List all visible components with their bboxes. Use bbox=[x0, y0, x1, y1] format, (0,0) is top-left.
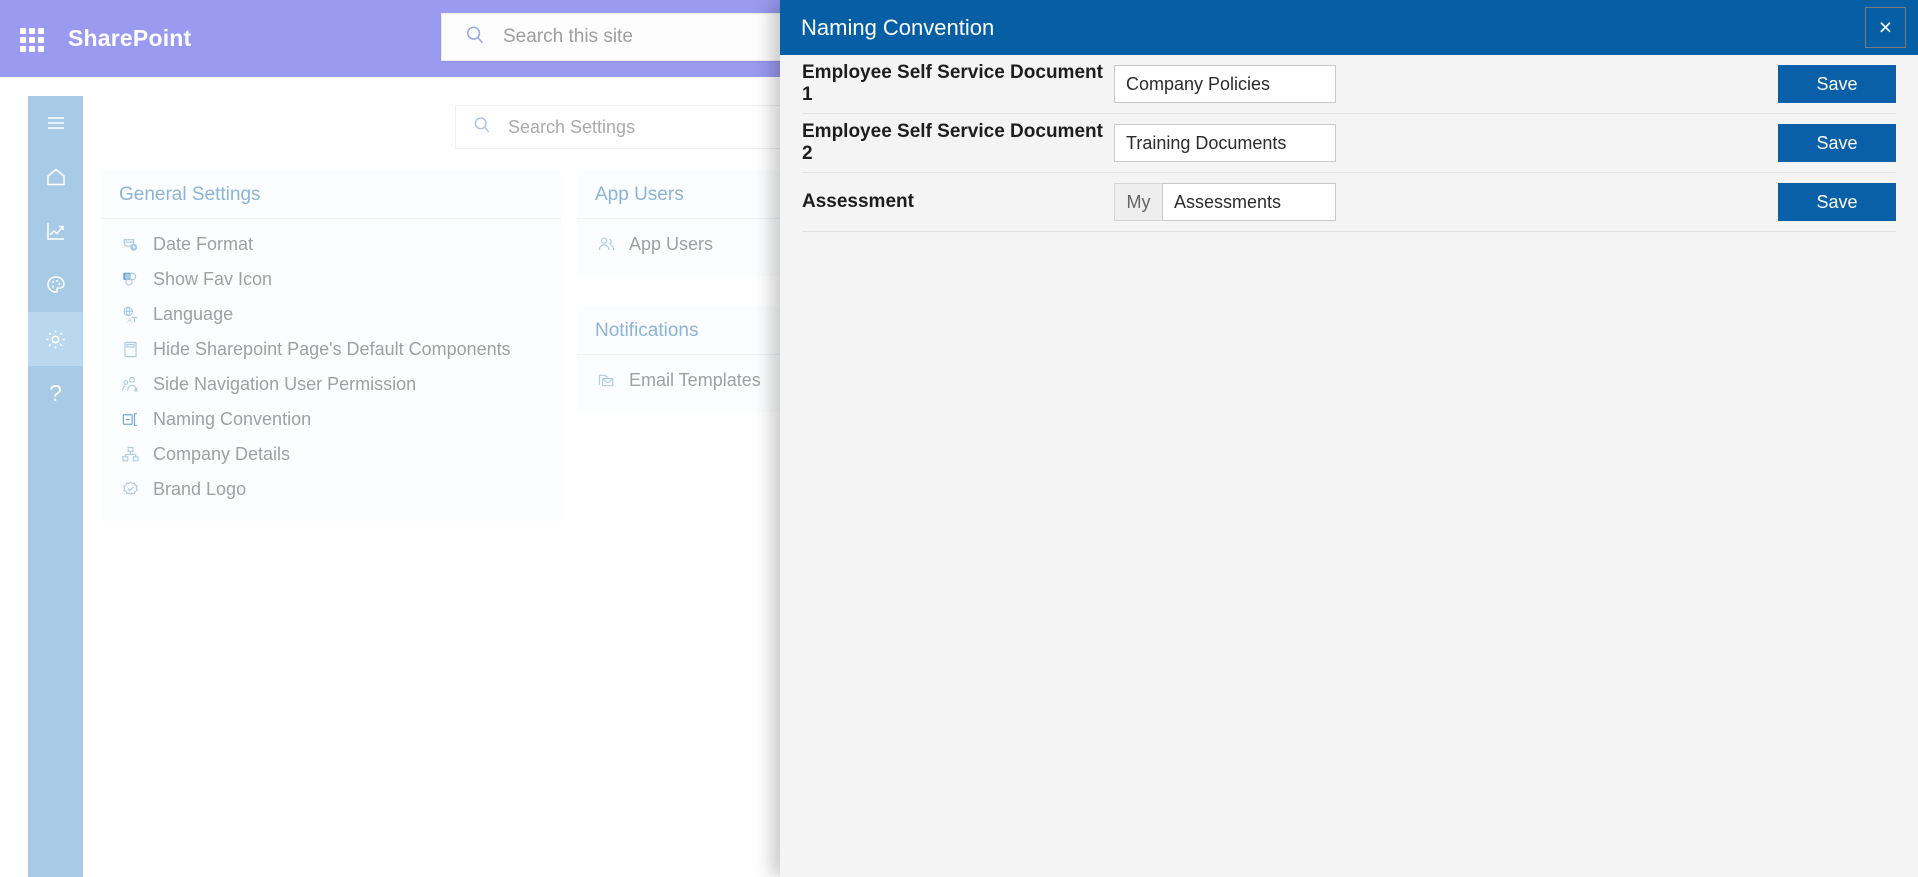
setting-item-label: Naming Convention bbox=[153, 409, 312, 429]
close-icon[interactable]: × bbox=[1865, 7, 1906, 48]
assessment-input[interactable] bbox=[1162, 183, 1336, 221]
search-icon bbox=[464, 24, 486, 51]
setting-item-language[interactable]: A Language bbox=[101, 297, 561, 332]
sidebar-item-settings[interactable] bbox=[28, 312, 83, 366]
setting-item-side-nav-user-permission[interactable]: Side Navigation User Permission bbox=[101, 367, 561, 402]
save-button[interactable]: Save bbox=[1778, 124, 1896, 162]
app-launcher-icon[interactable] bbox=[16, 24, 46, 54]
globe-translate-icon: A bbox=[119, 305, 141, 324]
field-group bbox=[1114, 124, 1336, 162]
sidebar-item-appearance[interactable] bbox=[28, 258, 83, 312]
org-chart-icon bbox=[119, 445, 141, 464]
chart-trend-icon bbox=[44, 219, 68, 243]
app-root: SharePoint Search this site ? Search Set… bbox=[0, 0, 1918, 877]
email-template-icon bbox=[595, 371, 617, 390]
card-list: Date Format S Show Fav Icon A Language H… bbox=[101, 219, 561, 507]
panel-title: Naming Convention bbox=[801, 14, 995, 40]
badge-check-icon bbox=[119, 480, 141, 499]
setting-item-show-fav-icon[interactable]: S Show Fav Icon bbox=[101, 262, 561, 297]
card-title: General Settings bbox=[101, 170, 561, 219]
setting-item-label: Hide Sharepoint Page's Default Component… bbox=[153, 339, 511, 359]
setting-item-brand-logo[interactable]: Brand Logo bbox=[101, 472, 561, 507]
brand-title: SharePoint bbox=[68, 25, 192, 51]
assessment-input-prefix: My bbox=[1114, 183, 1162, 221]
palette-icon bbox=[44, 273, 68, 297]
form-row-assessment: Assessment My Save bbox=[802, 173, 1896, 232]
calendar-clock-icon bbox=[119, 235, 141, 254]
panel-header: Naming Convention × bbox=[780, 0, 1918, 55]
employee-self-service-document-2-input[interactable] bbox=[1114, 124, 1336, 162]
svg-text:A: A bbox=[127, 317, 132, 324]
setting-item-naming-convention[interactable]: Naming Convention bbox=[101, 402, 561, 437]
card-general-settings: General Settings Date Format S Show Fav … bbox=[101, 170, 561, 521]
form-row-employee-self-service-document-1: Employee Self Service Document 1 Save bbox=[802, 55, 1896, 114]
setting-item-company-details[interactable]: Company Details bbox=[101, 437, 561, 472]
setting-item-label: Show Fav Icon bbox=[153, 269, 273, 289]
setting-item-label: Company Details bbox=[153, 444, 291, 464]
left-icon-rail: ? bbox=[28, 96, 83, 877]
field-group: My bbox=[1114, 183, 1336, 221]
setting-item-hide-default-components[interactable]: Hide Sharepoint Page's Default Component… bbox=[101, 332, 561, 367]
question-mark-icon: ? bbox=[49, 379, 62, 406]
sidebar-item-menu[interactable] bbox=[28, 96, 83, 150]
sharepoint-favicon-icon: S bbox=[119, 270, 141, 289]
settings-search-placeholder: Search Settings bbox=[508, 116, 636, 137]
field-group bbox=[1114, 65, 1336, 103]
field-label: Assessment bbox=[802, 191, 914, 212]
panel-body: Employee Self Service Document 1 Save Em… bbox=[780, 55, 1918, 232]
setting-item-label: Side Navigation User Permission bbox=[153, 374, 417, 394]
site-search-placeholder: Search this site bbox=[503, 26, 633, 47]
sidebar-item-analytics[interactable] bbox=[28, 204, 83, 258]
setting-item-label: Date Format bbox=[153, 234, 254, 254]
settings-search-box[interactable]: Search Settings bbox=[455, 105, 795, 149]
page-layout-icon bbox=[119, 340, 141, 359]
sidebar-item-help[interactable]: ? bbox=[28, 366, 83, 420]
employee-self-service-document-1-input[interactable] bbox=[1114, 65, 1336, 103]
form-row-employee-self-service-document-2: Employee Self Service Document 2 Save bbox=[802, 114, 1896, 173]
search-icon bbox=[472, 115, 492, 140]
user-permission-icon bbox=[119, 375, 141, 394]
setting-item-label: Language bbox=[153, 304, 234, 324]
sidebar-item-home[interactable] bbox=[28, 150, 83, 204]
hamburger-menu-icon bbox=[44, 111, 68, 135]
gear-icon bbox=[43, 327, 68, 352]
save-button[interactable]: Save bbox=[1778, 65, 1896, 103]
field-label: Employee Self Service Document 2 bbox=[802, 121, 1103, 164]
home-icon bbox=[44, 165, 68, 189]
setting-item-label: Brand Logo bbox=[153, 479, 247, 499]
people-icon bbox=[595, 235, 617, 254]
setting-item-label: Email Templates bbox=[629, 370, 761, 390]
field-label: Employee Self Service Document 1 bbox=[802, 62, 1103, 105]
naming-convention-panel: Naming Convention × Employee Self Servic… bbox=[780, 0, 1918, 877]
save-button[interactable]: Save bbox=[1778, 183, 1896, 221]
rename-tag-icon bbox=[119, 410, 141, 429]
setting-item-label: App Users bbox=[629, 234, 714, 254]
setting-item-date-format[interactable]: Date Format bbox=[101, 227, 561, 262]
